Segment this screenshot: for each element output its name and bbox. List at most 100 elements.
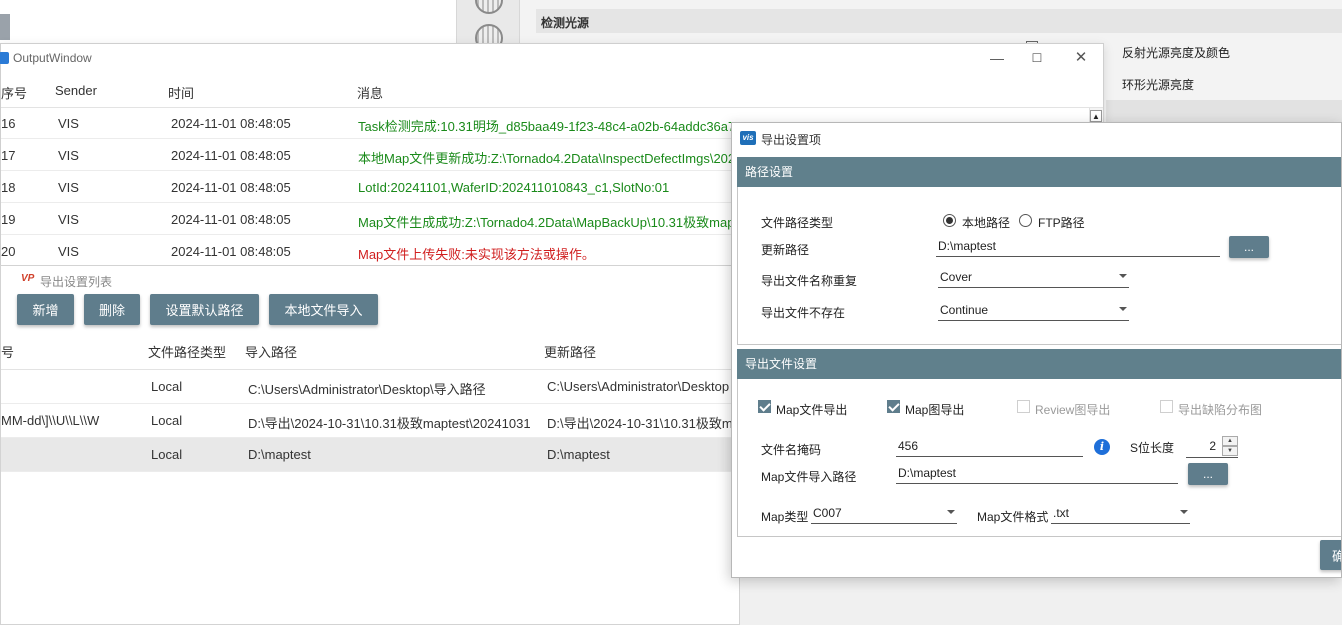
table-row-selected[interactable]: Local D:\maptest D:\maptest [1, 438, 739, 472]
dialog-title: 导出设置项 [761, 133, 822, 147]
cell-path-type: Local [151, 379, 183, 394]
radio-local-path[interactable] [943, 214, 956, 227]
s-length-value: 2 [1209, 439, 1216, 453]
map-import-path-browse-button[interactable]: ... [1188, 463, 1228, 485]
not-exist-label: 导出文件不存在 [761, 306, 846, 320]
cell-update-path: D:\导出\2024-10-31\10.31极致m [547, 416, 733, 431]
light-section-title: 检测光源 [541, 16, 590, 30]
cell-time: 2024-11-01 08:48:05 [171, 212, 291, 227]
delete-button[interactable]: 删除 [84, 294, 140, 325]
cell-time: 2024-11-01 08:48:05 [171, 148, 291, 163]
stepper-down-icon[interactable]: ▼ [1222, 446, 1238, 456]
list-titlebar[interactable]: VP 导出设置列表 [1, 266, 739, 292]
confirm-button[interactable]: 确 [1320, 540, 1341, 570]
map-format-value: .txt [1053, 506, 1070, 520]
cell-seq: 18 [1, 180, 16, 195]
map-import-path-label: Map文件导入路径 [761, 470, 857, 484]
map-image-export-checkbox[interactable] [887, 400, 900, 413]
radio-local-label[interactable]: 本地路径 [962, 214, 1010, 231]
cell-time: 2024-11-01 08:48:05 [171, 244, 291, 259]
column-header-path-type[interactable]: 文件路径类型 [148, 342, 226, 361]
map-type-select[interactable]: C007 [811, 504, 957, 524]
filename-mask-input[interactable]: 456 [896, 437, 1083, 457]
cell-sender: VIS [58, 244, 79, 259]
column-header-name[interactable]: 号 [1, 342, 14, 361]
cell-message: 本地Map文件更新成功:Z:\Tornado4.2Data\InspectDef… [358, 151, 743, 166]
window-title: OutputWindow [13, 51, 92, 65]
set-default-path-button[interactable]: 设置默认路径 [150, 294, 259, 325]
column-header-update-path[interactable]: 更新路径 [544, 342, 596, 361]
export-settings-dialog: vis 导出设置项 路径设置 文件路径类型 本地路径 FTP路径 更新路径 D:… [731, 122, 1342, 578]
update-path-input[interactable]: D:\maptest [936, 237, 1220, 257]
output-window-titlebar[interactable]: OutputWindow — ☐ ✕ [0, 44, 1103, 72]
cell-time: 2024-11-01 08:48:05 [171, 116, 291, 131]
vp-logo-icon: VP [21, 273, 35, 284]
background-chip [0, 14, 10, 40]
map-type-value: C007 [813, 506, 842, 520]
reflect-light-label: 反射光源亮度及颜色 [1122, 46, 1231, 60]
ring-light-label: 环形光源亮度 [1122, 78, 1195, 92]
stepper-up-icon[interactable]: ▲ [1222, 436, 1238, 446]
review-export-label[interactable]: Review图导出 [1035, 401, 1110, 418]
cell-import-path: D:\maptest [248, 447, 311, 462]
defect-distribution-label[interactable]: 导出缺陷分布图 [1178, 401, 1262, 418]
local-file-import-button[interactable]: 本地文件导入 [269, 294, 378, 325]
background-panel [0, 0, 456, 44]
cell-message: Map文件生成成功:Z:\Tornado4.2Data\MapBackUp\10… [358, 215, 735, 230]
map-format-select[interactable]: .txt [1051, 504, 1190, 524]
map-format-label: Map文件格式 [977, 510, 1049, 524]
review-export-checkbox[interactable] [1017, 400, 1030, 413]
column-header-seq[interactable]: 序号 [1, 83, 27, 102]
app-icon [0, 52, 9, 64]
table-row[interactable]: Local C:\Users\Administrator\Desktop\导入路… [1, 370, 739, 404]
map-file-export-label[interactable]: Map文件导出 [776, 401, 847, 418]
cell-sender: VIS [58, 116, 79, 131]
s-length-label: S位长度 [1130, 441, 1175, 455]
column-header-time[interactable]: 时间 [168, 83, 194, 102]
cell-time: 2024-11-01 08:48:05 [171, 180, 291, 195]
radio-ftp-label[interactable]: FTP路径 [1038, 214, 1085, 231]
scroll-up-icon[interactable]: ▲ [1090, 110, 1102, 122]
cell-sender: VIS [58, 148, 79, 163]
minimize-icon[interactable]: — [983, 48, 1011, 68]
duplicate-name-select[interactable]: Cover [938, 268, 1129, 288]
radio-ftp-path[interactable] [1019, 214, 1032, 227]
path-settings-header: 路径设置 [737, 157, 1341, 187]
map-image-export-label[interactable]: Map图导出 [905, 401, 964, 418]
column-header-message[interactable]: 消息 [357, 83, 383, 102]
map-file-export-checkbox[interactable] [758, 400, 771, 413]
column-header-import-path[interactable]: 导入路径 [245, 342, 297, 361]
chevron-down-icon [1180, 510, 1188, 514]
chevron-down-icon [1119, 274, 1127, 278]
cell-sender: VIS [58, 180, 79, 195]
cell-name: MM-dd\]\\U\\L\\W [1, 413, 100, 428]
s-length-stepper[interactable]: 2 ▲ ▼ [1186, 436, 1238, 458]
map-type-label: Map类型 [761, 510, 809, 524]
cell-seq: 19 [1, 212, 16, 227]
path-settings-group [737, 187, 1341, 345]
not-exist-select[interactable]: Continue [938, 301, 1129, 321]
cell-import-path: D:\导出\2024-10-31\10.31极致maptest\20241031 [248, 416, 531, 431]
table-row[interactable]: MM-dd\]\\U\\L\\W Local D:\导出\2024-10-31\… [1, 404, 739, 438]
add-button[interactable]: 新增 [17, 294, 74, 325]
export-settings-list-window: VP 导出设置列表 新增 删除 设置默认路径 本地文件导入 号 文件路径类型 导… [0, 265, 740, 625]
cell-message: Map文件上传失败:未实现该方法或操作。 [358, 247, 595, 262]
cell-seq: 16 [1, 116, 16, 131]
cell-seq: 17 [1, 148, 16, 163]
update-path-label: 更新路径 [761, 243, 810, 257]
duplicate-name-label: 导出文件名称重复 [761, 274, 858, 288]
close-icon[interactable]: ✕ [1067, 48, 1095, 68]
defect-distribution-checkbox[interactable] [1160, 400, 1173, 413]
map-import-path-input[interactable]: D:\maptest [896, 464, 1178, 484]
update-path-browse-button[interactable]: ... [1229, 236, 1269, 258]
vis-app-icon: vis [740, 131, 756, 145]
info-icon[interactable]: i [1094, 439, 1110, 455]
cell-update-path: D:\maptest [547, 447, 610, 462]
cell-import-path: C:\Users\Administrator\Desktop\导入路径 [248, 382, 486, 397]
column-header-sender[interactable]: Sender [55, 83, 97, 98]
cell-update-path: C:\Users\Administrator\Desktop [547, 379, 730, 394]
cell-message: Task检测完成:10.31明场_d85baa49-1f23-48c4-a02b… [358, 119, 750, 134]
maximize-icon[interactable]: ☐ [1023, 48, 1051, 68]
cell-path-type: Local [151, 413, 183, 428]
file-settings-header: 导出文件设置 [737, 349, 1341, 379]
